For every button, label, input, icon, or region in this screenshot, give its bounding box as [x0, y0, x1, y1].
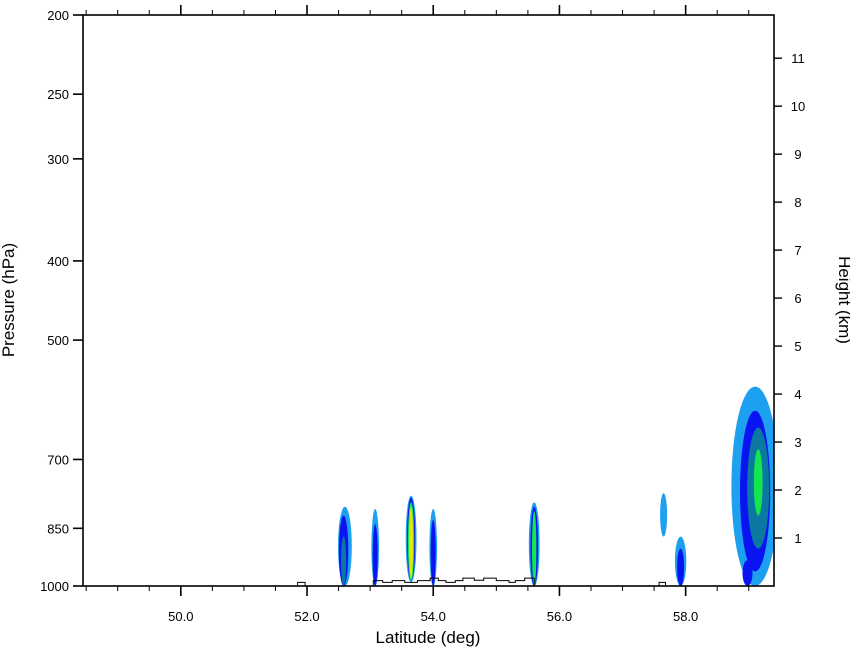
y-tick-label: 400	[47, 254, 69, 269]
terrain-outline	[294, 577, 666, 586]
contour-cell-20	[753, 449, 763, 516]
x-axis-title: Latitude (deg)	[376, 628, 481, 647]
y2-tick-label: 8	[794, 195, 801, 210]
y-tick-label: 500	[47, 333, 69, 348]
tick-labels: 50.0 52.0 54.0 56.0 58.020025030040050070085…	[40, 8, 805, 624]
contour-cell-10	[430, 519, 436, 586]
contour-cell-2	[341, 536, 347, 586]
y2-tick-label: 6	[794, 291, 801, 306]
contour-cell-21	[742, 560, 753, 586]
y2-tick-label: 2	[794, 483, 801, 498]
y2-tick-label: 10	[791, 99, 805, 114]
axis-ticks	[73, 5, 782, 596]
x-tick-label: 54.0	[421, 609, 446, 624]
y2-tick-label: 3	[794, 435, 801, 450]
contour-cell-13	[532, 511, 537, 586]
y-tick-label: 700	[47, 452, 69, 467]
y-tick-label: 250	[47, 87, 69, 102]
y2-axis-title: Height (km)	[835, 256, 850, 344]
y2-tick-label: 4	[794, 387, 801, 402]
x-tick-label: 50.0	[168, 609, 193, 624]
y2-tick-label: 9	[794, 147, 801, 162]
y-axis-title: Pressure (hPa)	[0, 243, 18, 357]
x-tick-label: 52.0	[294, 609, 319, 624]
x-tick-label: 58.0	[673, 609, 698, 624]
contour-cell-4	[372, 524, 378, 586]
y-tick-label: 200	[47, 8, 69, 23]
contour-cell-8	[409, 506, 414, 579]
y2-tick-label: 7	[794, 243, 801, 258]
chart: 50.0 52.0 54.0 56.0 58.020025030040050070085…	[0, 5, 850, 647]
plot-frame	[82, 14, 775, 587]
contour-cells	[338, 386, 774, 586]
x-tick-label: 56.0	[547, 609, 572, 624]
contour-cell-16	[677, 548, 685, 586]
y2-tick-label: 5	[794, 339, 801, 354]
y-tick-label: 1000	[40, 579, 69, 594]
contour-cell-14	[660, 493, 668, 537]
y-tick-label: 300	[47, 152, 69, 167]
terrain-path	[294, 577, 666, 586]
y-tick-label: 850	[47, 521, 69, 536]
y2-tick-label: 11	[791, 51, 805, 66]
y2-tick-label: 1	[794, 531, 801, 546]
